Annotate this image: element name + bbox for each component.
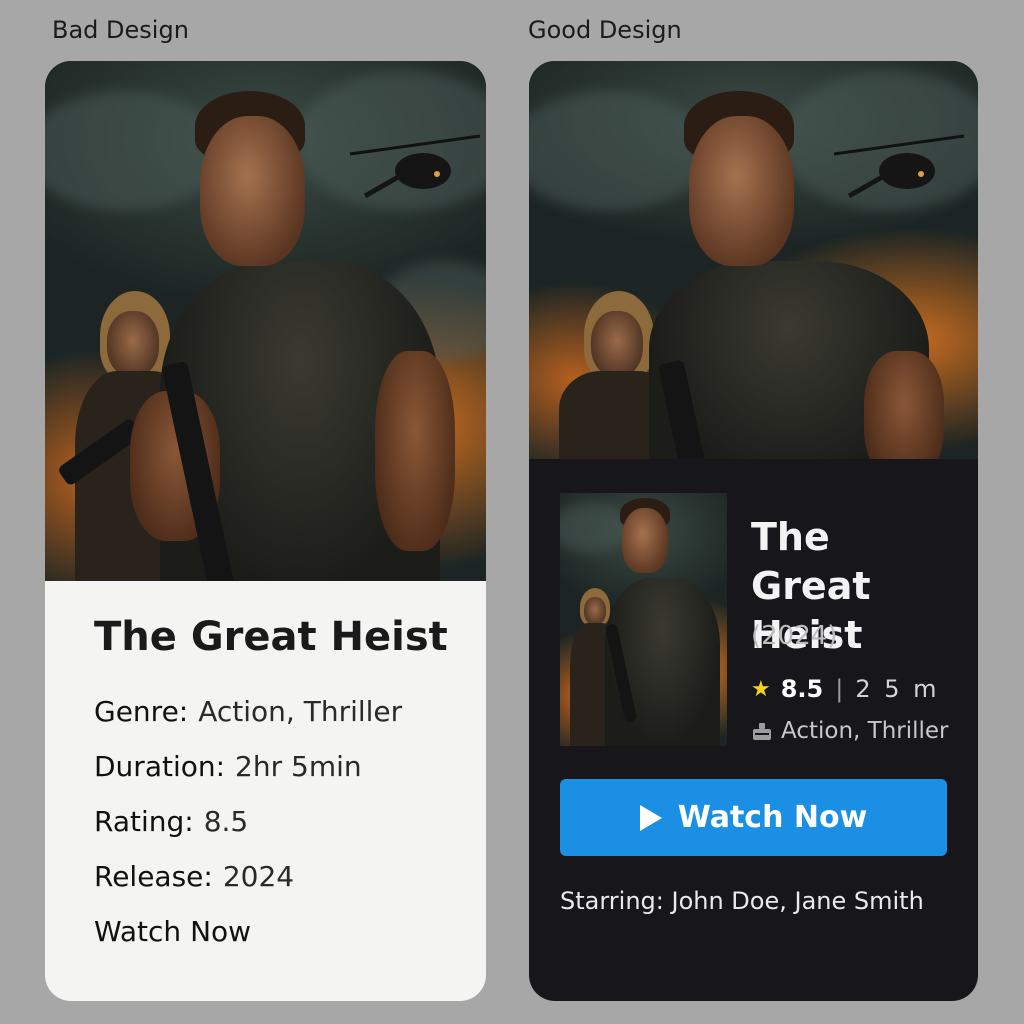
bad-design-card: The Great Heist Genre: Action, Thriller D… xyxy=(45,61,486,1001)
rating-duration-row: ★ 8.5 | 2 5 m xyxy=(751,675,940,703)
duration-value: 2hr 5min xyxy=(235,750,362,783)
rating-label: Rating: xyxy=(94,805,194,838)
release-value: 2024 xyxy=(222,860,295,893)
rating-value: 8.5 xyxy=(203,805,249,838)
genre-row: Action, Thriller xyxy=(751,718,949,744)
genre-value: Action, Thriller xyxy=(781,718,949,744)
movie-poster-banner xyxy=(529,61,978,459)
duration-row: Duration: 2hr 5min xyxy=(94,750,362,783)
good-design-card: The Great Heist (2024) ★ 8.5 | 2 5 m Act… xyxy=(529,61,978,1001)
duration-label: Duration: xyxy=(94,750,226,783)
movie-poster-image xyxy=(45,61,486,581)
watch-now-link[interactable]: Watch Now xyxy=(94,915,251,948)
release-label: Release: xyxy=(94,860,213,893)
starring-text: Starring: John Doe, Jane Smith xyxy=(560,887,924,915)
star-icon: ★ xyxy=(751,676,771,702)
genre-label: Genre: xyxy=(94,695,189,728)
release-year: (2024) xyxy=(751,621,838,651)
watch-now-button[interactable]: Watch Now xyxy=(560,779,947,856)
duration-value: 2 5 m xyxy=(855,675,940,703)
good-design-heading: Good Design xyxy=(528,16,682,44)
release-row: Release: 2024 xyxy=(94,860,294,893)
rating-row: Rating: 8.5 xyxy=(94,805,248,838)
bad-design-heading: Bad Design xyxy=(52,16,189,44)
title-line-1: The Great xyxy=(751,515,871,608)
meta-separator: | xyxy=(835,675,844,703)
movie-title: The Great Heist xyxy=(94,614,448,660)
movie-thumbnail xyxy=(560,493,727,746)
clapperboard-icon xyxy=(751,722,771,740)
rating-value: 8.5 xyxy=(780,675,824,703)
play-icon xyxy=(639,804,662,831)
genre-value: Action, Thriller xyxy=(198,695,403,728)
watch-now-label: Watch Now xyxy=(677,800,868,835)
genre-row: Genre: Action, Thriller xyxy=(94,695,402,728)
